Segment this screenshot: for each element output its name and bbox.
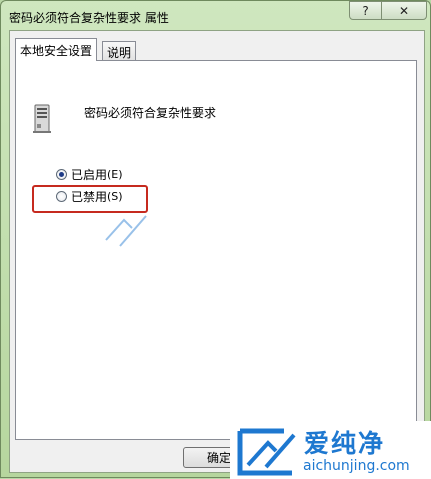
policy-name: 密码必须符合复杂性要求	[84, 106, 217, 120]
close-icon: ✕	[398, 3, 410, 18]
watermark-brand: 爱纯净	[304, 429, 386, 458]
radio-enabled-accel: (E)	[107, 168, 123, 181]
radio-indicator[interactable]	[56, 169, 67, 180]
tab-local-security-setting[interactable]: 本地安全设置	[15, 38, 98, 61]
properties-window: 密码必须符合复杂性要求 属性 ? ✕ 本地安全设置 说明 密码必须符合复杂性要求	[0, 0, 431, 479]
help-button[interactable]: ?	[349, 1, 382, 20]
watermark-logo-icon	[105, 215, 147, 247]
tab-explain[interactable]: 说明	[102, 41, 137, 61]
watermark-url: aichunjing.com	[303, 458, 410, 474]
tab-label: 本地安全设置	[20, 44, 93, 58]
close-button[interactable]: ✕	[381, 1, 427, 20]
tab-panel: 密码必须符合复杂性要求 已启用 (E) 已禁用 (S)	[15, 60, 417, 440]
radio-enabled-label: 已启用	[71, 168, 108, 182]
watermark-badge: 爱纯净 aichunjing.com	[230, 421, 431, 479]
server-icon	[33, 104, 51, 133]
aichunjing-logo-icon	[237, 428, 296, 476]
dialog-client: 本地安全设置 说明 密码必须符合复杂性要求 已启用 (E) 已禁用 (S) 确定	[9, 30, 425, 473]
radio-enabled[interactable]: 已启用 (E)	[56, 166, 123, 183]
ok-button-label: 确定	[206, 451, 231, 465]
help-icon: ?	[362, 3, 369, 18]
window-title: 密码必须符合复杂性要求 属性	[9, 11, 169, 25]
tab-label: 说明	[107, 46, 132, 60]
